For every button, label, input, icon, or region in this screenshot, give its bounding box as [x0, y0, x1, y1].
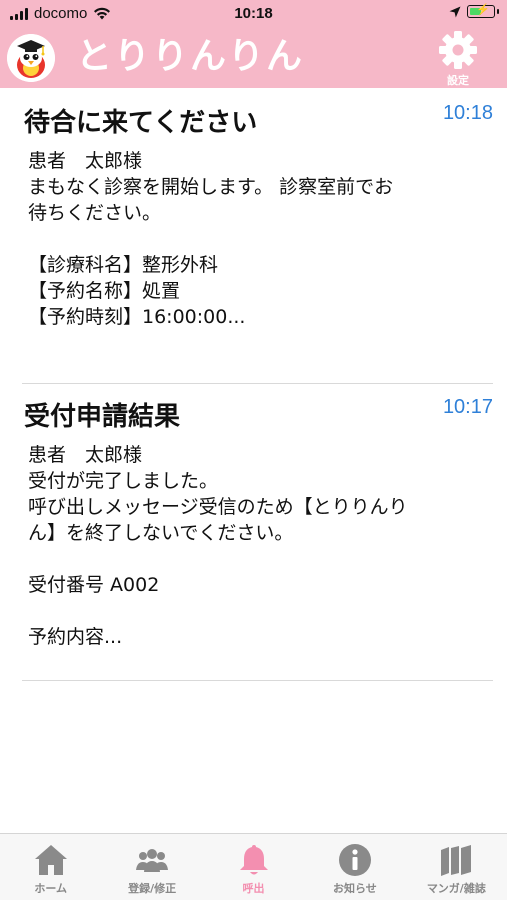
- status-right: ⚡: [449, 4, 499, 18]
- app-title: とりりんりん: [76, 36, 305, 77]
- message-time: 10:18: [442, 102, 493, 124]
- battery-icon: ⚡: [467, 4, 499, 18]
- location-icon: [449, 6, 461, 17]
- tab-label: 登録/修正: [128, 882, 177, 895]
- users-icon: [136, 849, 169, 872]
- message-list: 待合に来てください 10:18 患者 太郎様 まもなく診察を開始します。 診察室…: [0, 88, 507, 681]
- status-time: 10:18: [234, 5, 273, 22]
- tab-label: マンガ/雑誌: [426, 882, 486, 895]
- tab-label: 呼出: [242, 882, 265, 895]
- books-icon: [441, 845, 472, 876]
- home-icon: [34, 845, 67, 875]
- app-header: とりりんりん 設定: [0, 28, 507, 88]
- message-time: 10:17: [442, 396, 493, 418]
- settings-button[interactable]: 設定: [431, 30, 485, 87]
- settings-label: 設定: [447, 74, 469, 87]
- tab-manga[interactable]: マンガ/雑誌: [406, 834, 507, 900]
- message-body: 患者 太郎様 受付が完了しました。 呼び出しメッセージ受信のため【とりりんり ん…: [28, 444, 408, 648]
- tab-label: お知らせ: [333, 882, 377, 895]
- message-title: 受付申請結果: [24, 402, 181, 432]
- tab-call[interactable]: 呼出: [203, 834, 304, 900]
- status-bar: docomo 10:18 ⚡: [0, 0, 507, 28]
- bird-mascot-icon: [7, 34, 55, 82]
- message-title: 待合に来てください: [24, 108, 258, 138]
- info-icon: [338, 844, 371, 876]
- tab-home[interactable]: ホーム: [0, 834, 101, 900]
- gear-icon: [439, 31, 477, 69]
- app-logo: [7, 34, 55, 82]
- tab-label: ホーム: [34, 882, 68, 895]
- message-body: 患者 太郎様 まもなく診察を開始します。 診察室前でお 待ちください。 【診療科…: [28, 150, 394, 328]
- message-card[interactable]: 待合に来てください 10:18 患者 太郎様 まもなく診察を開始します。 診察室…: [22, 88, 493, 384]
- tab-registration[interactable]: 登録/修正: [101, 834, 202, 900]
- message-card[interactable]: 受付申請結果 10:17 患者 太郎様 受付が完了しました。 呼び出しメッセージ…: [22, 384, 493, 681]
- bell-icon: [239, 845, 268, 875]
- tab-bar: ホーム 登録/修正 呼出 お知らせ マンガ/雑誌: [0, 833, 507, 900]
- tab-notice[interactable]: お知らせ: [304, 834, 405, 900]
